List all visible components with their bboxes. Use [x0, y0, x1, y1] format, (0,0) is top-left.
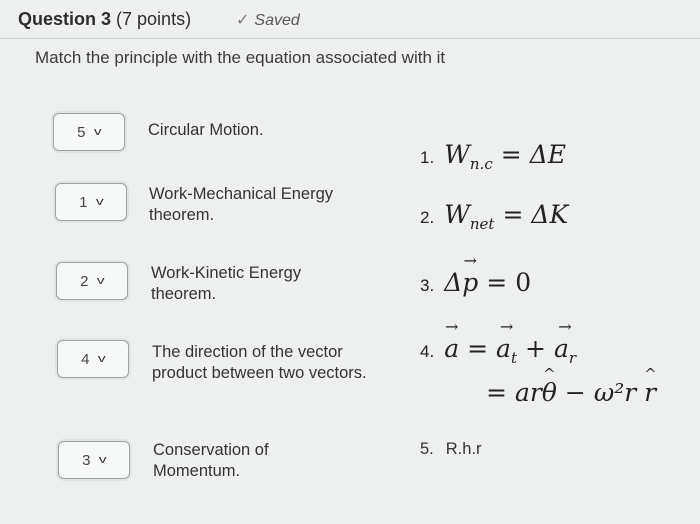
equation-1: 1. Wn.c = ΔE [420, 140, 566, 173]
question-prompt: Match the principle with the equation as… [35, 48, 446, 67]
equation-number: 1. [420, 148, 435, 167]
principle-label: The direction of the vector product betw… [152, 343, 367, 382]
answer-select-4[interactable]: 4 v [57, 340, 129, 378]
question-header: Question 3 (7 points) ✓ Saved [0, 0, 700, 39]
principle-label: Work-Mechanical Energy theorem. [149, 185, 334, 224]
equation-5-text: R.h.r [445, 440, 482, 458]
select-value: 2 [80, 272, 89, 290]
answer-select-5[interactable]: 3 v [58, 441, 130, 479]
chevron-down-icon: v [97, 275, 106, 287]
saved-status: ✓ Saved [236, 10, 300, 30]
equation-number: 4. [420, 342, 435, 361]
chevron-down-icon: v [94, 126, 103, 138]
select-value: 3 [82, 451, 91, 469]
question-title: Question 3 (7 points) [18, 9, 191, 30]
equation-number: 3. [420, 276, 435, 295]
answer-select-3[interactable]: 2 v [56, 262, 128, 300]
saved-label: Saved [254, 12, 300, 29]
select-value: 1 [79, 193, 88, 211]
select-value: 5 [77, 123, 86, 141]
check-icon: ✓ [236, 12, 250, 29]
equation-5: 5. R.h.r [420, 440, 482, 459]
question-number: Question 3 [18, 9, 112, 29]
select-value: 4 [81, 350, 90, 368]
principle-label: Conservation of Momentum. [153, 441, 269, 480]
equation-4-line-2: =arθ−ω²r r [478, 365, 656, 407]
equation-3: 3.Δp=0 [420, 251, 531, 297]
equation-number: 5. [420, 440, 434, 458]
answer-select-2[interactable]: 1 v [55, 183, 127, 221]
chevron-down-icon: v [98, 353, 107, 365]
principle-label: Circular Motion. [148, 121, 264, 139]
chevron-down-icon: v [96, 196, 105, 208]
equation-2: 2. Wnet = ΔK [420, 200, 569, 233]
question-points: (7 points) [116, 9, 192, 29]
answer-select-1[interactable]: 5 v [53, 113, 125, 151]
equation-4: 4.a=at+ar [420, 317, 576, 367]
chevron-down-icon: v [99, 454, 108, 466]
principle-label: Work-Kinetic Energy theorem. [151, 264, 302, 303]
equation-number: 2. [420, 208, 435, 227]
